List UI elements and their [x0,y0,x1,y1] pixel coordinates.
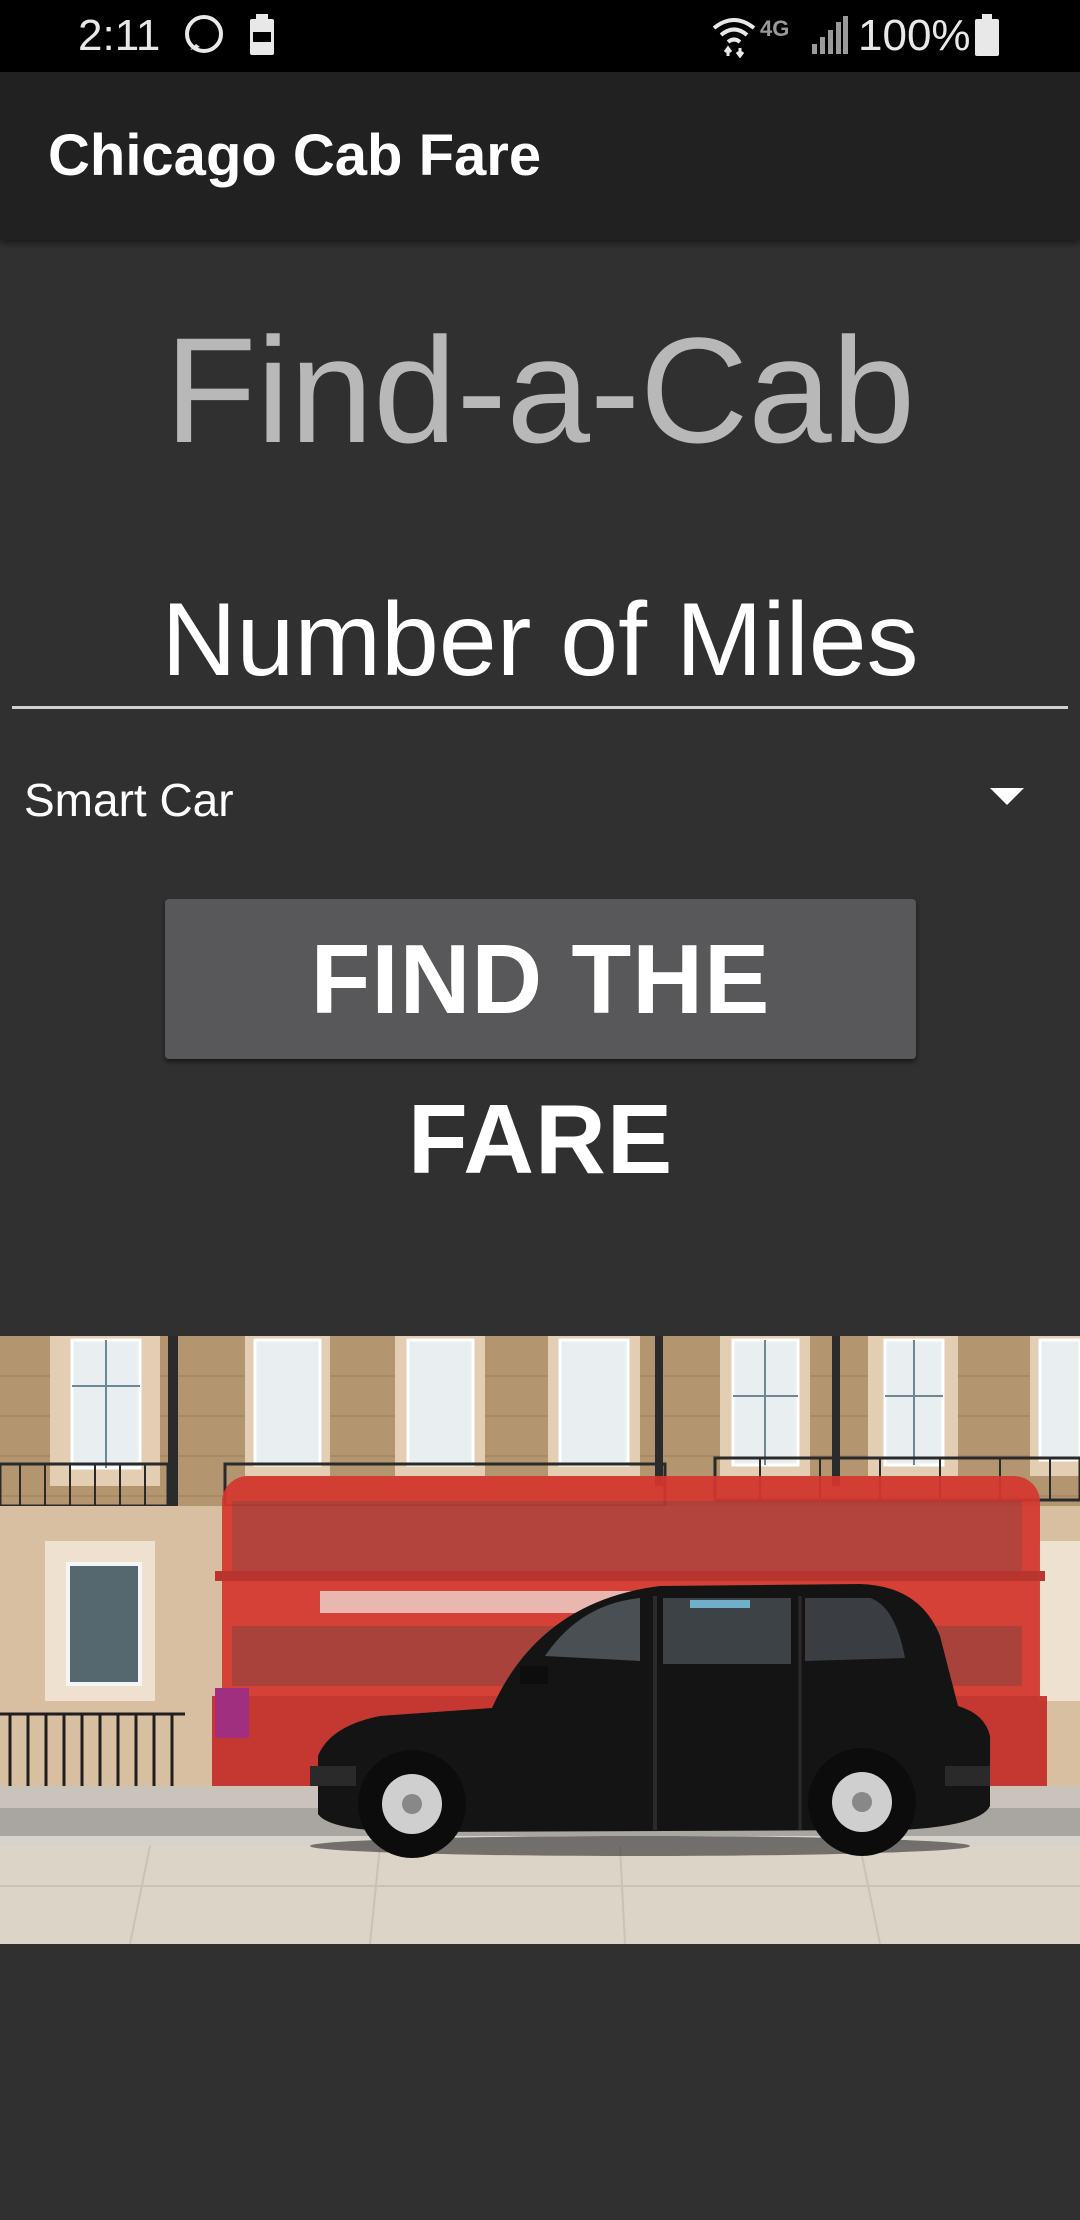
battery-saver-icon [248,14,276,61]
network-type: 4G [760,16,790,41]
app-bar: Chicago Cab Fare [0,72,1080,240]
status-bar: 2:11 4G 100% [0,0,1080,72]
app-title: Chicago Cab Fare [48,123,542,188]
message-icon [182,14,226,63]
chevron-down-icon [990,788,1024,811]
car-type-dropdown[interactable]: Smart Car [0,750,1080,850]
page-heading: Find-a-Cab [164,306,916,474]
miles-input[interactable] [12,575,1068,709]
find-fare-button[interactable]: FIND THE FARE [165,899,916,1194]
signal-icon [812,16,848,59]
battery-percent: 100% [858,11,971,60]
status-time: 2:11 [78,11,161,60]
car-type-value: Smart Car [24,774,234,826]
battery-icon [974,14,1000,61]
taxi-street-photo [0,1336,1080,1944]
wifi-icon [712,14,756,63]
